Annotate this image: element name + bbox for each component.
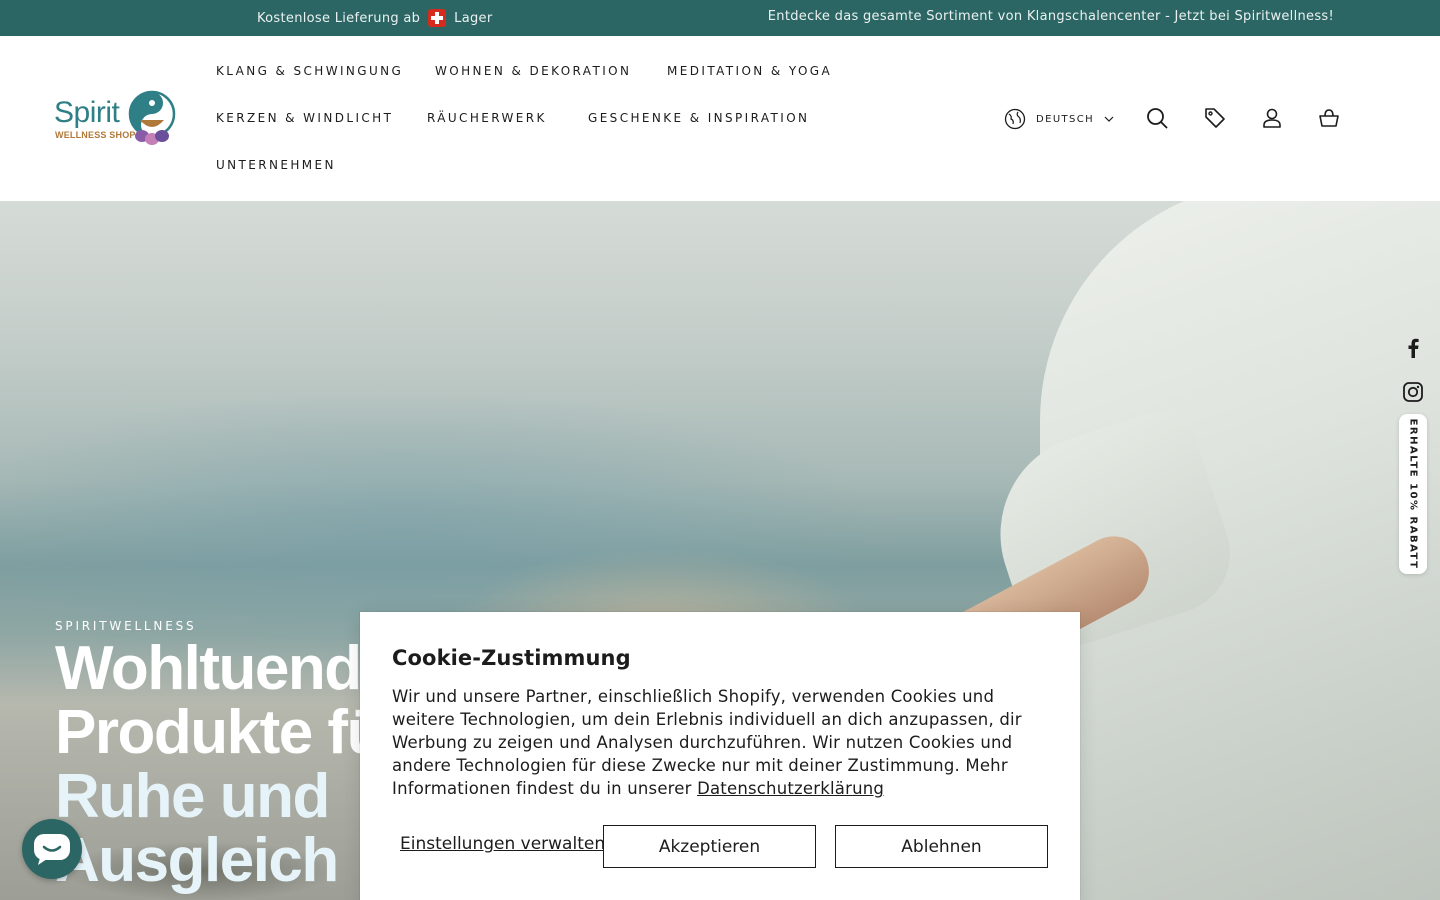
chat-icon [34, 834, 70, 865]
instagram-icon[interactable] [1400, 379, 1426, 405]
chat-button[interactable] [22, 819, 82, 879]
manage-settings-link[interactable]: Einstellungen verwalten [400, 834, 605, 854]
nav-kerzen-windlicht[interactable]: KERZEN & WINDLICHT [216, 111, 393, 125]
hero-kicker: SPIRITWELLNESS [55, 619, 197, 633]
shipping-notice-suffix: Lager [454, 10, 493, 26]
discount-tab-label: ERHALTE 10% RABATT [1407, 418, 1419, 570]
nav-raeucherwerk[interactable]: RÄUCHERWERK [427, 111, 547, 125]
account-icon[interactable] [1260, 106, 1284, 130]
cart-basket-icon[interactable] [1317, 106, 1341, 130]
language-label: DEUTSCH [1036, 113, 1095, 125]
nav-meditation-yoga[interactable]: MEDITATION & YOGA [667, 64, 832, 78]
nav-geschenke-inspiration[interactable]: GESCHENKE & INSPIRATION [588, 111, 809, 125]
facebook-icon[interactable] [1400, 335, 1426, 361]
decline-button[interactable]: Ablehnen [835, 825, 1048, 868]
logo-mark-icon [128, 90, 176, 145]
site-header: Spirit WELLNESS SHOP KLANG & SCHWINGUNG … [0, 36, 1440, 201]
cookie-consent-dialog: Cookie-Zustimmung Wir und unsere Partner… [360, 612, 1080, 900]
language-selector[interactable]: DEUTSCH [1004, 108, 1114, 130]
logo[interactable]: Spirit WELLNESS SHOP [54, 90, 178, 146]
shipping-notice: Kostenlose Lieferung ab Lager [257, 9, 492, 27]
shipping-notice-prefix: Kostenlose Lieferung ab [257, 10, 421, 26]
logo-text: Spirit [54, 96, 120, 129]
logo-subtext: WELLNESS SHOP [55, 130, 136, 140]
cookie-title: Cookie-Zustimmung [392, 646, 631, 670]
nav-wohnen-dekoration[interactable]: WOHNEN & DEKORATION [435, 64, 631, 78]
swiss-flag-icon [428, 9, 447, 27]
discount-tab[interactable]: ERHALTE 10% RABATT [1399, 414, 1427, 574]
search-icon[interactable] [1145, 106, 1169, 130]
chevron-down-icon [1104, 116, 1114, 122]
globe-icon [1004, 108, 1026, 130]
nav-unternehmen[interactable]: UNTERNEHMEN [216, 158, 336, 172]
promo-notice[interactable]: Entdecke das gesamte Sortiment von Klang… [768, 9, 1334, 24]
tag-icon[interactable] [1203, 106, 1227, 130]
cookie-body: Wir und unsere Partner, einschließlich S… [392, 685, 1052, 800]
nav-klang-schwingung[interactable]: KLANG & SCHWINGUNG [216, 64, 403, 78]
announcement-bar: Kostenlose Lieferung ab Lager Entdecke d… [0, 0, 1440, 36]
accept-button[interactable]: Akzeptieren [603, 825, 816, 868]
privacy-policy-link[interactable]: Datenschutzerklärung [697, 779, 884, 798]
